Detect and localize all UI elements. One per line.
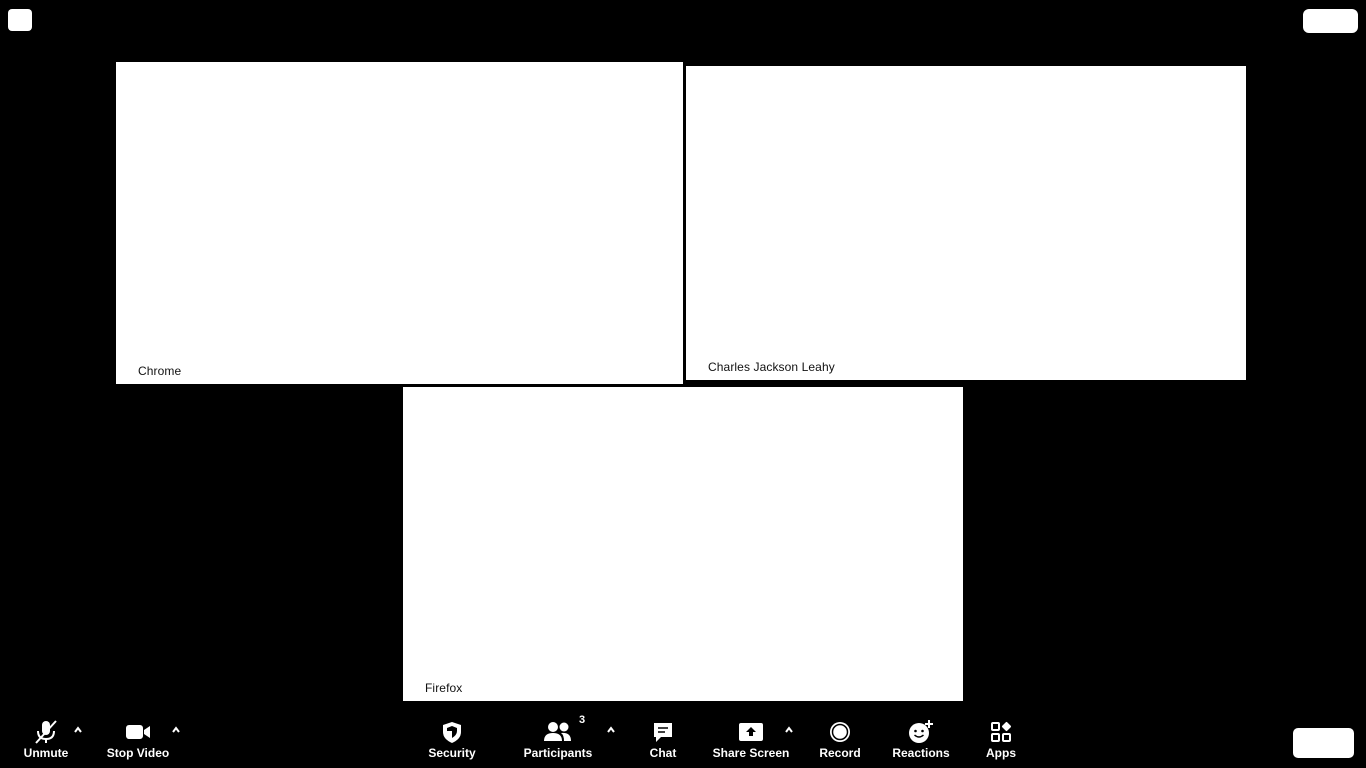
reactions-button[interactable]: Reactions (892, 718, 950, 760)
apps-icon (990, 718, 1012, 746)
video-options-caret[interactable] (170, 724, 182, 736)
chat-bubble-icon (651, 718, 675, 746)
share-screen-label: Share Screen (712, 746, 790, 760)
participants-options-caret[interactable] (605, 724, 617, 736)
chat-label: Chat (649, 746, 677, 760)
people-icon: 3 (543, 714, 585, 746)
meeting-window: Chrome Charles Jackson Leahy Firefox Unm… (0, 0, 1366, 768)
caret-up-icon (785, 726, 793, 733)
reactions-label: Reactions (892, 746, 950, 760)
chat-button[interactable]: Chat (643, 718, 683, 760)
stop-video-button[interactable]: Stop Video (106, 718, 170, 760)
apps-label: Apps (986, 746, 1016, 760)
participants-button[interactable]: 3 Participants (523, 714, 593, 760)
unmute-button[interactable]: Unmute (20, 718, 72, 760)
share-options-caret[interactable] (783, 724, 795, 736)
security-button[interactable]: Security (426, 718, 478, 760)
caret-up-icon (607, 726, 615, 733)
video-camera-icon (124, 718, 152, 746)
share-screen-button[interactable]: Share Screen (712, 718, 790, 760)
participant-count: 3 (579, 714, 586, 726)
view-button[interactable] (1303, 9, 1358, 33)
caret-up-icon (74, 726, 82, 733)
emoji-plus-icon (908, 718, 934, 746)
microphone-muted-icon (33, 718, 59, 746)
video-tile[interactable]: Chrome (116, 62, 683, 384)
participant-name: Charles Jackson Leahy (708, 360, 835, 374)
share-screen-icon (738, 718, 764, 746)
participant-name: Firefox (425, 681, 463, 695)
record-label: Record (819, 746, 861, 760)
participants-label: Participants (523, 746, 593, 760)
caret-up-icon (172, 726, 180, 733)
stop-video-label: Stop Video (106, 746, 170, 760)
unmute-label: Unmute (23, 746, 69, 760)
apps-button[interactable]: Apps (982, 718, 1020, 760)
participant-name: Chrome (138, 364, 182, 378)
record-button[interactable]: Record (818, 718, 862, 760)
video-tile[interactable]: Firefox (403, 387, 963, 701)
video-tile[interactable]: Charles Jackson Leahy (686, 66, 1246, 380)
shield-icon (440, 718, 464, 746)
info-button[interactable] (8, 9, 32, 31)
record-icon (828, 718, 852, 746)
audio-options-caret[interactable] (72, 724, 84, 736)
end-meeting-button[interactable] (1293, 728, 1354, 758)
security-label: Security (428, 746, 476, 760)
meeting-toolbar: Unmute Stop Video Security 3 Participant… (0, 704, 1366, 768)
